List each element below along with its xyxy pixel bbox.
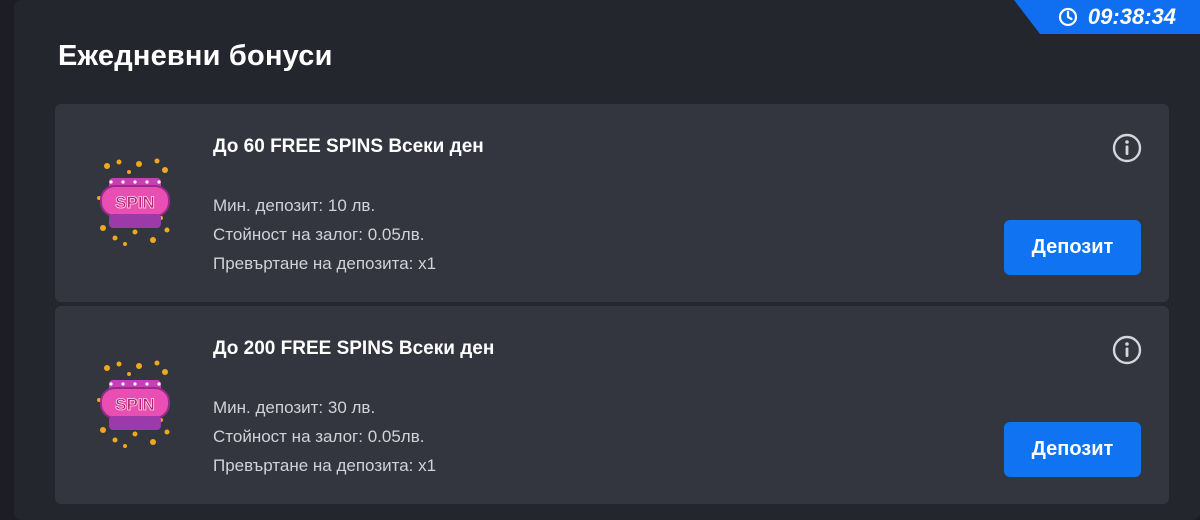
spin-slot-image: SPIN [95, 360, 175, 450]
bonus-wagering: Превъртане на депозита: x1 [213, 254, 437, 273]
spin-slot-image: SPIN [95, 158, 175, 248]
info-icon[interactable] [1111, 334, 1143, 366]
section-title: Ежедневни бонуси [58, 40, 333, 72]
bonus-min-deposit: Мин. депозит: 30 лв. [213, 398, 376, 417]
spin-logo-text: SPIN [115, 395, 155, 414]
bonus-min-deposit: Мин. депозит: 10 лв. [213, 196, 376, 215]
deposit-button[interactable]: Депозит [1004, 422, 1141, 477]
bonus-bet-value: Стойност на залог: 0.05лв. [213, 225, 425, 244]
bonus-card: SPIN До 60 FREE SPINS Всеки ден Мин. деп… [55, 104, 1169, 302]
bonus-title: До 60 FREE SPINS Всеки ден [213, 136, 484, 157]
clock-icon [1058, 7, 1078, 27]
info-icon[interactable] [1111, 132, 1143, 164]
bonus-bet-value: Стойност на залог: 0.05лв. [213, 427, 425, 446]
bonus-title: До 200 FREE SPINS Всеки ден [213, 338, 495, 359]
bonus-card: SPIN До 200 FREE SPINS Всеки ден Мин. де… [55, 306, 1169, 504]
bonus-wagering: Превъртане на депозита: x1 [213, 456, 437, 475]
countdown-timer: 09:38:34 [1014, 0, 1200, 34]
deposit-button[interactable]: Депозит [1004, 220, 1141, 275]
timer-text: 09:38:34 [1087, 4, 1176, 29]
spin-logo-text: SPIN [115, 193, 155, 212]
